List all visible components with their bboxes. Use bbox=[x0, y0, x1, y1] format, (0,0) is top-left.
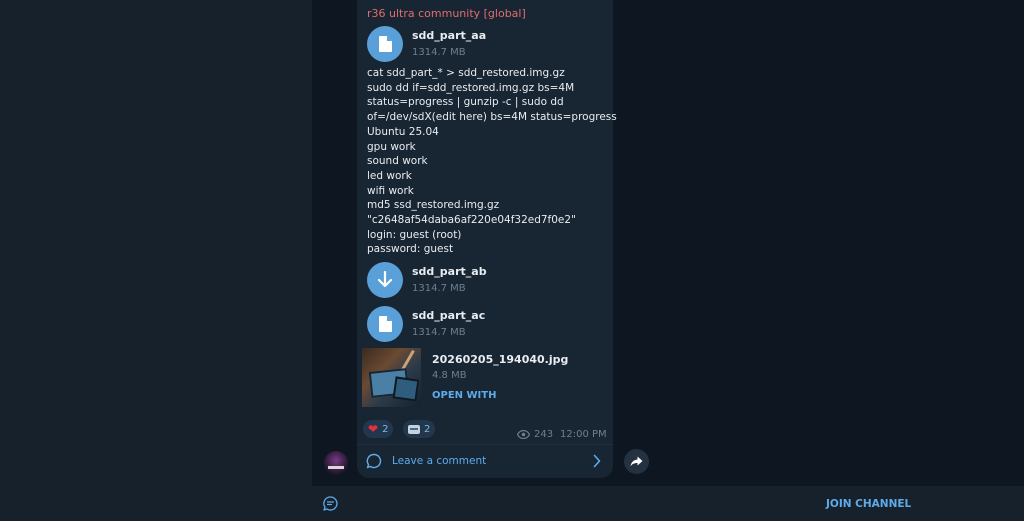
file-name: sdd_part_ac bbox=[412, 309, 486, 322]
photo-thumbnail[interactable] bbox=[362, 348, 421, 407]
text-line: of=/dev/sdX(edit here) bs=4M status=prog… bbox=[367, 111, 617, 124]
file-size: 1314.7 MB bbox=[412, 327, 466, 338]
text-line: status=progress | gunzip -c | sudo dd bbox=[367, 96, 564, 109]
text-line: gpu work bbox=[367, 140, 416, 153]
chevron-right-icon bbox=[593, 454, 601, 468]
photo-file-name: 20260205_194040.jpg bbox=[432, 353, 569, 366]
view-count: 243 bbox=[517, 429, 553, 440]
text-line: wifi work bbox=[367, 184, 414, 197]
text-line: sound work bbox=[367, 155, 428, 168]
photo-file-size: 4.8 MB bbox=[432, 370, 467, 381]
file-attachment-ac[interactable]: sdd_part_ac 1314.7 MB bbox=[367, 306, 607, 346]
join-channel-button[interactable]: JOIN CHANNEL bbox=[826, 498, 911, 510]
bottom-bar: JOIN CHANNEL bbox=[312, 486, 1024, 521]
text-line: led work bbox=[367, 169, 412, 182]
message-time: 12:00 PM bbox=[560, 429, 607, 440]
channel-avatar[interactable] bbox=[324, 451, 348, 475]
channel-title[interactable]: r36 ultra community [global] bbox=[367, 7, 526, 20]
message-text: cat sdd_part_* > sdd_restored.img.gz sud… bbox=[367, 66, 617, 257]
file-icon[interactable] bbox=[367, 306, 403, 342]
download-icon[interactable] bbox=[367, 262, 403, 298]
reaction-sticker[interactable]: 2 bbox=[403, 420, 436, 438]
text-line: login: guest (root) bbox=[367, 228, 462, 241]
comment-icon bbox=[366, 453, 382, 469]
text-line: password: guest bbox=[367, 243, 454, 256]
message-bubble: r36 ultra community [global] sdd_part_aa… bbox=[357, 0, 617, 478]
views-value: 243 bbox=[534, 429, 554, 440]
leave-comment-button[interactable]: Leave a comment bbox=[357, 445, 613, 478]
text-line: md5 ssd_restored.img.gz bbox=[367, 199, 500, 212]
chat-list-panel bbox=[0, 0, 312, 521]
text-line: "c2648af54daba6af220e04f32ed7f0e2" bbox=[367, 214, 576, 227]
reaction-count: 2 bbox=[382, 423, 389, 435]
file-size: 1314.7 MB bbox=[412, 283, 466, 294]
file-size: 1314.7 MB bbox=[412, 47, 466, 58]
text-line: cat sdd_part_* > sdd_restored.img.gz bbox=[367, 67, 565, 79]
file-name: sdd_part_aa bbox=[412, 29, 487, 42]
open-with-button[interactable]: OPEN WITH bbox=[432, 390, 496, 401]
text-line: Ubuntu 25.04 bbox=[367, 125, 439, 138]
comment-label: Leave a comment bbox=[392, 455, 487, 467]
file-attachment-aa[interactable]: sdd_part_aa 1314.7 MB bbox=[367, 26, 607, 66]
file-icon[interactable] bbox=[367, 26, 403, 62]
file-name: sdd_part_ab bbox=[412, 265, 487, 278]
file-attachment-ab[interactable]: sdd_part_ab 1314.7 MB bbox=[367, 262, 607, 302]
reaction-count: 2 bbox=[424, 423, 431, 435]
share-arrow-icon bbox=[630, 456, 643, 467]
emoji-sticker-icon bbox=[408, 424, 420, 434]
eye-icon bbox=[517, 430, 530, 439]
discussion-icon[interactable] bbox=[323, 496, 338, 511]
share-button[interactable] bbox=[624, 449, 649, 474]
text-line: sudo dd if=sdd_restored.img.gz bs=4M bbox=[367, 81, 575, 94]
red-heart-icon: ❤ bbox=[368, 422, 379, 436]
reaction-heart[interactable]: ❤ 2 bbox=[363, 420, 394, 438]
